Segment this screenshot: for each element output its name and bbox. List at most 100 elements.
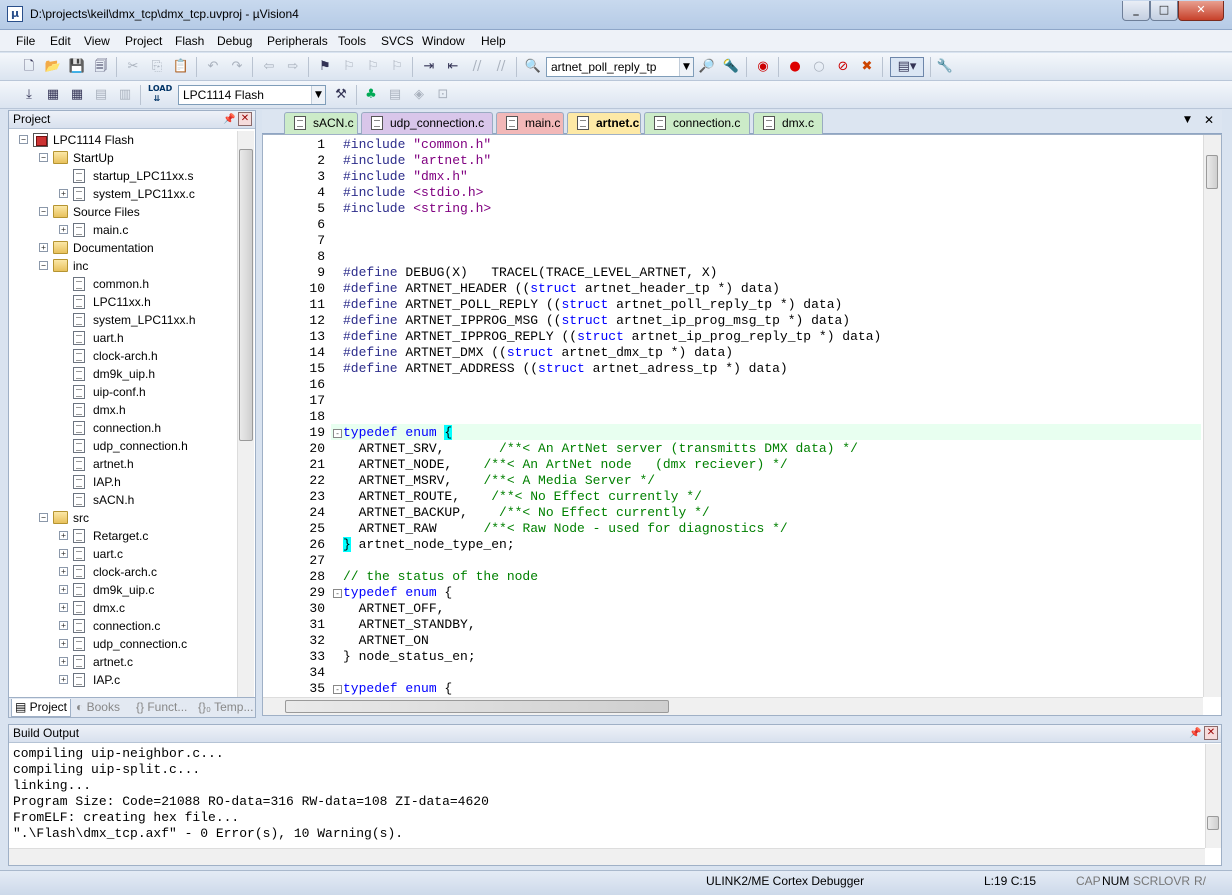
scroll-thumb[interactable] <box>1207 816 1219 830</box>
close-tab-icon[interactable]: ✕ <box>1204 113 1214 127</box>
collapse-icon[interactable]: − <box>39 513 48 522</box>
breakpoint-icon[interactable]: ● <box>786 58 804 76</box>
sim-icon[interactable]: ⊡ <box>434 86 452 104</box>
menu-project[interactable]: Project <box>125 34 162 48</box>
tab-functions[interactable]: {} Funct... <box>133 699 193 717</box>
pin-icon[interactable]: 📌 <box>223 114 235 125</box>
comment-icon[interactable]: // <box>468 58 486 76</box>
menu-edit[interactable]: Edit <box>50 34 71 48</box>
close-button[interactable]: ✕ <box>1178 1 1224 21</box>
load-icon[interactable]: LOAD ⇊ <box>148 84 172 106</box>
expand-icon[interactable]: + <box>39 243 48 252</box>
find-combo[interactable]: artnet_poll_reply_tp ▼ <box>546 57 694 77</box>
menu-peripherals[interactable]: Peripherals <box>267 34 328 48</box>
fold-toggle[interactable]: - <box>333 685 342 694</box>
cut-icon[interactable]: ✂ <box>124 58 142 76</box>
editor-tab[interactable]: udp_connection.c <box>361 112 493 134</box>
uncomment-icon[interactable]: // <box>492 58 510 76</box>
books-icon[interactable]: ◈ <box>410 86 428 104</box>
copy-icon[interactable]: ⎘ <box>148 58 166 76</box>
unindent-icon[interactable]: ⇤ <box>444 58 462 76</box>
target-options-icon[interactable]: ⚒ <box>332 86 350 104</box>
menu-file[interactable]: File <box>16 34 35 48</box>
next-bookmark-icon[interactable]: ⚐ <box>364 58 382 76</box>
save-icon[interactable]: 💾 <box>68 58 86 76</box>
window-layout-icon[interactable]: ▤▾ <box>890 57 924 77</box>
expand-icon[interactable]: + <box>59 585 68 594</box>
debug-session-icon[interactable]: ◉ <box>754 58 772 76</box>
collapse-icon[interactable]: − <box>39 261 48 270</box>
build-output-vscroll[interactable] <box>1205 744 1221 848</box>
fold-toggle[interactable]: - <box>333 589 342 598</box>
configure-icon[interactable]: 🔧 <box>936 58 954 76</box>
tab-templates[interactable]: {}₀ Temp... <box>195 699 255 717</box>
menu-view[interactable]: View <box>84 34 110 48</box>
save-all-icon[interactable]: 🗐 <box>92 58 110 76</box>
fold-toggle[interactable]: - <box>333 429 342 438</box>
expand-icon[interactable]: + <box>59 531 68 540</box>
stop-build-icon[interactable]: ▥ <box>116 86 134 104</box>
expand-icon[interactable]: + <box>59 189 68 198</box>
menu-tools[interactable]: Tools <box>338 34 366 48</box>
expand-icon[interactable]: + <box>59 621 68 630</box>
find-icon[interactable]: 🔎 <box>698 58 716 76</box>
clear-bookmarks-icon[interactable]: ⚐ <box>388 58 406 76</box>
code-editor[interactable]: 1 2 3 4 5 6 7 8 9 10 11 12 13 14 15 16 17 18 19 20 21 22 23 24 2… <box>262 134 1222 716</box>
minimize-button[interactable]: _ <box>1122 1 1150 21</box>
rebuild-icon[interactable]: ▦ <box>68 86 86 104</box>
expand-icon[interactable]: + <box>59 675 68 684</box>
prev-bookmark-icon[interactable]: ⚐ <box>340 58 358 76</box>
kill-all-breakpoints-icon[interactable]: ✖ <box>858 58 876 76</box>
close-panel-icon[interactable]: ✕ <box>1204 726 1218 740</box>
editor-tab[interactable]: dmx.c <box>753 112 823 134</box>
collapse-icon[interactable]: − <box>19 135 28 144</box>
pin-icon[interactable]: 📌 <box>1189 728 1201 739</box>
editor-tab[interactable]: artnet.c <box>567 112 641 134</box>
tab-list-icon[interactable]: ▼ <box>1184 115 1191 125</box>
undo-icon[interactable]: ↶ <box>204 58 222 76</box>
editor-tab[interactable]: connection.c <box>644 112 750 134</box>
close-panel-icon[interactable]: ✕ <box>238 112 252 126</box>
build-icon[interactable]: ▦ <box>44 86 62 104</box>
build-output-hscroll[interactable] <box>9 848 1205 865</box>
disable-all-breakpoints-icon[interactable]: ⊘ <box>834 58 852 76</box>
expand-icon[interactable]: + <box>59 639 68 648</box>
manage-components-icon[interactable]: ♣ <box>362 86 380 104</box>
indent-icon[interactable]: ⇥ <box>420 58 438 76</box>
menu-help[interactable]: Help <box>481 34 506 48</box>
chevron-down-icon[interactable]: ▼ <box>311 86 325 104</box>
redo-icon[interactable]: ↷ <box>228 58 246 76</box>
new-file-icon[interactable]: 🗋 <box>20 58 38 76</box>
menu-debug[interactable]: Debug <box>217 34 252 48</box>
disable-breakpoint-icon[interactable]: ○ <box>810 58 828 76</box>
nav-back-icon[interactable]: ⇦ <box>260 58 278 76</box>
nav-forward-icon[interactable]: ⇨ <box>284 58 302 76</box>
chevron-down-icon[interactable]: ▼ <box>679 58 693 76</box>
editor-vscroll[interactable] <box>1203 135 1221 697</box>
incremental-find-icon[interactable]: 🔦 <box>722 58 740 76</box>
collapse-icon[interactable]: − <box>39 153 48 162</box>
select-packs-icon[interactable]: ▤ <box>386 86 404 104</box>
find-in-files-icon[interactable]: 🔍 <box>524 58 542 76</box>
expand-icon[interactable]: + <box>59 567 68 576</box>
translate-icon[interactable]: ⤓ <box>20 86 38 104</box>
tab-books[interactable]: ◐ Books <box>73 699 131 717</box>
menu-svcs[interactable]: SVCS <box>381 34 414 48</box>
menu-flash[interactable]: Flash <box>175 34 204 48</box>
paste-icon[interactable]: 📋 <box>172 58 190 76</box>
expand-icon[interactable]: + <box>59 225 68 234</box>
menu-window[interactable]: Window <box>422 34 465 48</box>
collapse-icon[interactable]: − <box>39 207 48 216</box>
scroll-thumb[interactable] <box>1206 155 1218 189</box>
expand-icon[interactable]: + <box>59 657 68 666</box>
project-tree-scrollbar[interactable] <box>237 131 254 697</box>
expand-icon[interactable]: + <box>59 549 68 558</box>
editor-tab[interactable]: sACN.c <box>284 112 358 134</box>
editor-hscroll[interactable] <box>263 697 1203 715</box>
editor-tab[interactable]: main.c <box>496 112 564 134</box>
target-combo[interactable]: LPC1114 Flash ▼ <box>178 85 326 105</box>
expand-icon[interactable]: + <box>59 603 68 612</box>
scroll-thumb[interactable] <box>285 700 669 713</box>
maximize-button[interactable]: □ <box>1150 1 1178 21</box>
bookmark-icon[interactable]: ⚑ <box>316 58 334 76</box>
